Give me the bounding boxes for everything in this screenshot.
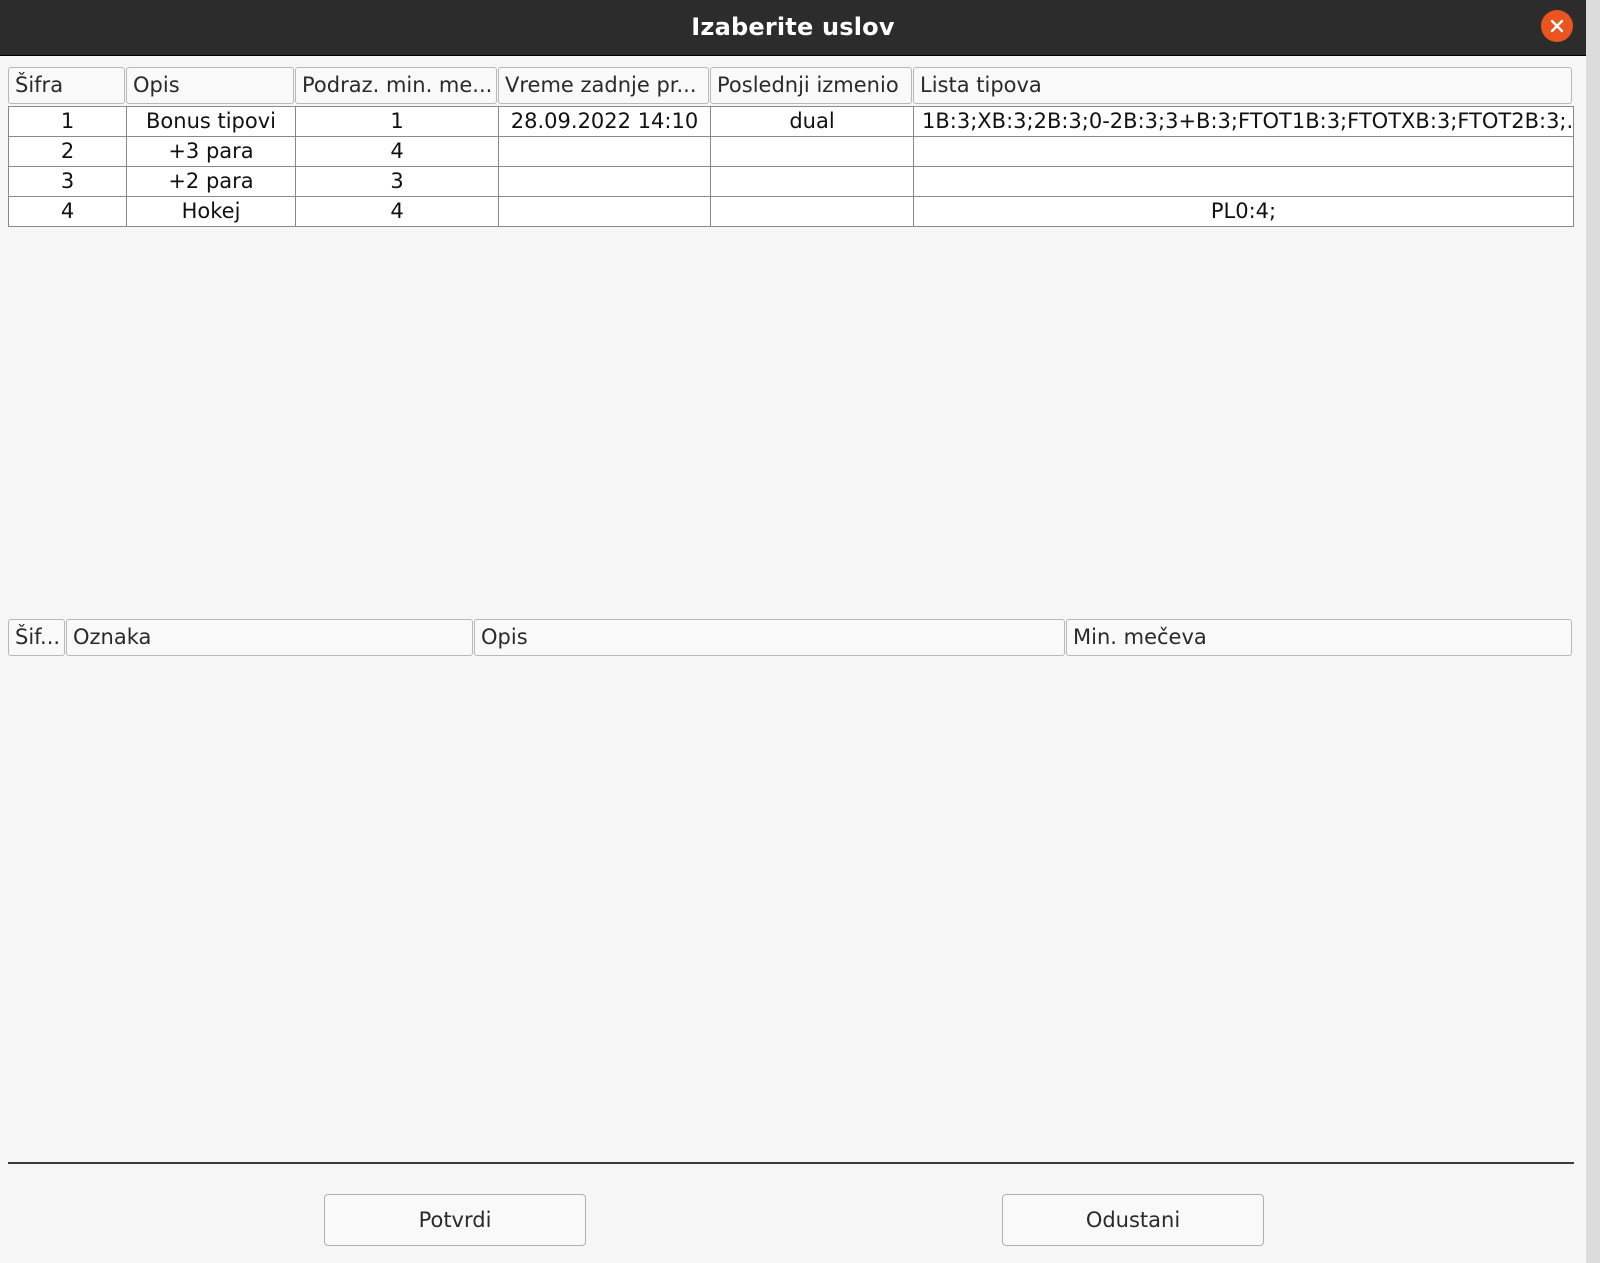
cell-min-matches: 3 — [296, 167, 499, 197]
cell-last-modified-by — [711, 167, 914, 197]
column-header-sifra[interactable]: Šifra — [8, 67, 125, 104]
column-header-last-change-time[interactable]: Vreme zadnje pr... — [498, 67, 709, 104]
cell-min-matches: 4 — [296, 197, 499, 227]
cell-type-list — [914, 137, 1574, 167]
cell-sifra: 4 — [9, 197, 127, 227]
column-header-last-modified-by[interactable]: Poslednji izmenio — [710, 67, 912, 104]
cell-last-modified-by — [711, 197, 914, 227]
title-bar: Izaberite uslov — [0, 0, 1586, 56]
cell-min-matches: 1 — [296, 107, 499, 137]
table-row[interactable]: 1 Bonus tipovi 1 28.09.2022 14:10 dual 1… — [9, 107, 1574, 137]
cell-last-change-time — [499, 167, 711, 197]
cell-last-change-time — [499, 137, 711, 167]
cell-last-modified-by: dual — [711, 107, 914, 137]
table-row[interactable]: 3 +2 para 3 — [9, 167, 1574, 197]
column-header-oznaka[interactable]: Oznaka — [66, 619, 473, 656]
cell-opis: Bonus tipovi — [127, 107, 296, 137]
confirm-button[interactable]: Potvrdi — [324, 1194, 586, 1246]
details-table[interactable]: Šif... Oznaka Opis Min. mečeva — [8, 619, 1574, 1139]
cell-opis: +3 para — [127, 137, 296, 167]
cell-last-change-time: 28.09.2022 14:10 — [499, 107, 711, 137]
cell-opis: +2 para — [127, 167, 296, 197]
table-row[interactable]: 2 +3 para 4 — [9, 137, 1574, 167]
close-icon — [1550, 19, 1564, 33]
column-header-min-matches[interactable]: Podraz. min. me... — [295, 67, 497, 104]
cell-last-modified-by — [711, 137, 914, 167]
column-header-opis[interactable]: Opis — [474, 619, 1065, 656]
conditions-table[interactable]: Šifra Opis Podraz. min. me... Vreme zadn… — [8, 67, 1574, 587]
table-row[interactable]: 4 Hokej 4 PL0:4; — [9, 197, 1574, 227]
cell-sifra: 2 — [9, 137, 127, 167]
close-button[interactable] — [1541, 10, 1573, 42]
dialog-title: Izaberite uslov — [691, 13, 895, 41]
cell-opis: Hokej — [127, 197, 296, 227]
conditions-rows: 1 Bonus tipovi 1 28.09.2022 14:10 dual 1… — [8, 106, 1574, 227]
footer-separator — [8, 1162, 1574, 1164]
cell-type-list — [914, 167, 1574, 197]
column-header-opis[interactable]: Opis — [126, 67, 294, 104]
cell-sifra: 3 — [9, 167, 127, 197]
cell-type-list: PL0:4; — [914, 197, 1574, 227]
column-header-type-list[interactable]: Lista tipova — [913, 67, 1572, 104]
cancel-button[interactable]: Odustani — [1002, 1194, 1264, 1246]
dialog-window: Izaberite uslov Šifra Opis Podraz. min. … — [0, 0, 1586, 1263]
cell-sifra: 1 — [9, 107, 127, 137]
cell-min-matches: 4 — [296, 137, 499, 167]
cell-type-list: 1B:3;XB:3;2B:3;0-2B:3;3+B:3;FTOT1B:3;FTO… — [914, 107, 1574, 137]
cell-last-change-time — [499, 197, 711, 227]
column-header-min-matches[interactable]: Min. mečeva — [1066, 619, 1572, 656]
column-header-sifra[interactable]: Šif... — [8, 619, 65, 656]
